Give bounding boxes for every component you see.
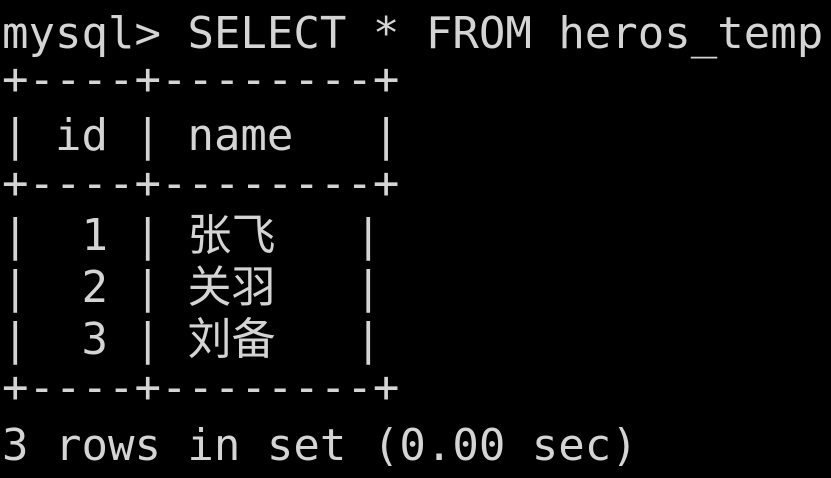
column-header-id: id	[54, 110, 108, 161]
table-header-row: | id | name |	[2, 110, 400, 161]
terminal-window[interactable]: mysql> SELECT * FROM heros_temp; +----+-…	[0, 0, 831, 478]
cell-name: 关羽	[187, 262, 276, 313]
cell-id: 1	[81, 210, 108, 261]
cell-name: 刘备	[187, 314, 276, 365]
sql-command: SELECT * FROM heros_temp;	[187, 8, 831, 59]
table-row: | 1 | 张飞 |	[2, 210, 382, 261]
mysql-prompt: mysql>	[2, 8, 161, 59]
table-row: | 2 | 关羽 |	[2, 262, 382, 313]
command-line: mysql> SELECT * FROM heros_temp;	[2, 8, 831, 60]
table-border-top: +----+--------+	[2, 54, 400, 105]
query-status: 3 rows in set (0.00 sec)	[2, 420, 638, 471]
cell-id: 3	[81, 314, 108, 365]
cell-id: 2	[81, 262, 108, 313]
table-border-bottom: +----+--------+	[2, 362, 400, 413]
table-border-header: +----+--------+	[2, 158, 400, 209]
table-row: | 3 | 刘备 |	[2, 314, 382, 365]
cell-name: 张飞	[187, 210, 276, 261]
column-header-name: name	[187, 110, 294, 161]
